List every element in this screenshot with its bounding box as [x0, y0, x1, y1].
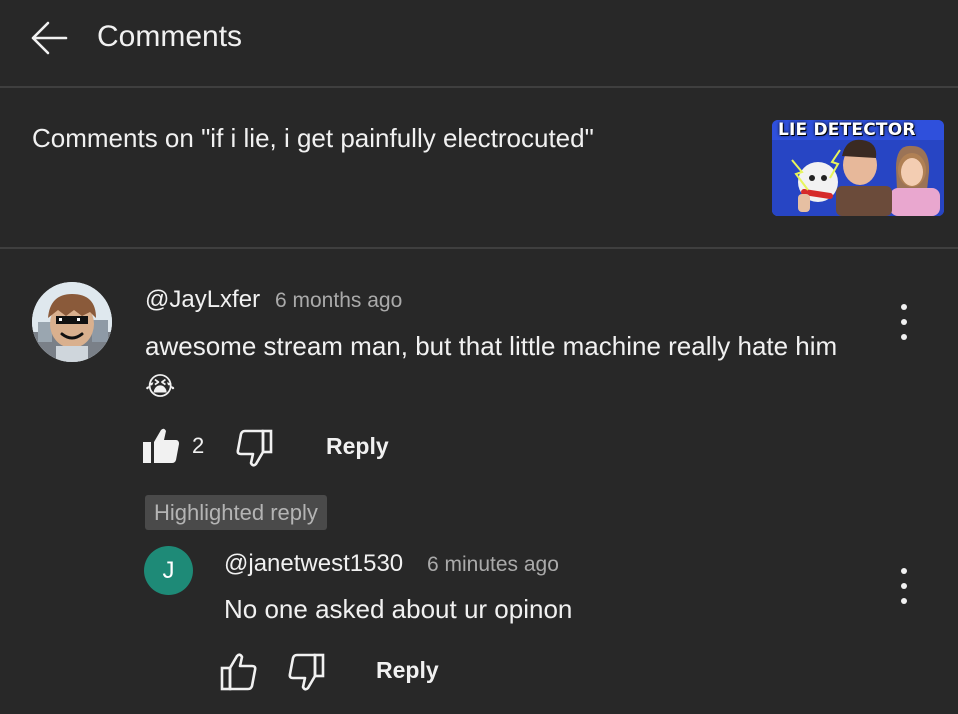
- thumbs-up-filled-icon: [143, 428, 179, 463]
- reply-like-button[interactable]: [219, 652, 261, 692]
- more-vert-icon-dot: [901, 583, 907, 589]
- reply-author[interactable]: @janetwest1530: [224, 548, 403, 580]
- comments-page: Comments Comments on "if i lie, i get pa…: [0, 0, 958, 714]
- context-divider: [0, 247, 958, 249]
- back-button[interactable]: [26, 18, 72, 58]
- more-vert-icon-dot: [901, 598, 907, 604]
- thumbnail-title: LIE DETECTOR: [778, 120, 916, 140]
- header-divider: [0, 86, 958, 88]
- reply-timestamp: 6 minutes ago: [427, 553, 559, 576]
- comment-avatar[interactable]: [32, 282, 112, 362]
- comment-text: awesome stream man, but that little mach…: [145, 331, 838, 401]
- comment-dislike-button[interactable]: [232, 428, 274, 468]
- more-vert-icon-dot: [901, 334, 907, 340]
- avatar-image: [32, 282, 112, 362]
- video-thumbnail[interactable]: LIE DETECTOR: [772, 120, 944, 216]
- more-vert-icon-dot: [901, 319, 907, 325]
- reply-avatar[interactable]: J: [144, 546, 193, 595]
- highlighted-reply-badge: Highlighted reply: [145, 495, 327, 530]
- arrow-left-icon: [31, 21, 68, 55]
- reply-reply-button[interactable]: Reply: [376, 654, 439, 686]
- comment-timestamp: 6 months ago: [275, 289, 403, 312]
- page-title: Comments: [97, 20, 243, 53]
- thumbs-down-icon: [288, 653, 325, 691]
- comment-like-count: 2: [192, 433, 205, 458]
- header: Comments: [0, 0, 958, 86]
- reply-dislike-button[interactable]: [284, 652, 326, 692]
- comment-like-button[interactable]: [140, 426, 182, 466]
- thumbs-down-icon: [236, 429, 273, 467]
- more-vert-icon: [901, 304, 907, 310]
- comment-author[interactable]: @JayLxfer: [145, 284, 260, 316]
- more-vert-icon: [901, 568, 907, 574]
- thumbs-up-icon: [220, 653, 257, 691]
- reply-more-options-button[interactable]: [892, 566, 916, 606]
- comment-reply-button[interactable]: Reply: [326, 430, 389, 462]
- reply-text: No one asked about ur opinon: [224, 594, 573, 624]
- comment-more-options-button[interactable]: [892, 302, 916, 342]
- video-context-label: Comments on "if i lie, i get painfully e…: [32, 123, 594, 153]
